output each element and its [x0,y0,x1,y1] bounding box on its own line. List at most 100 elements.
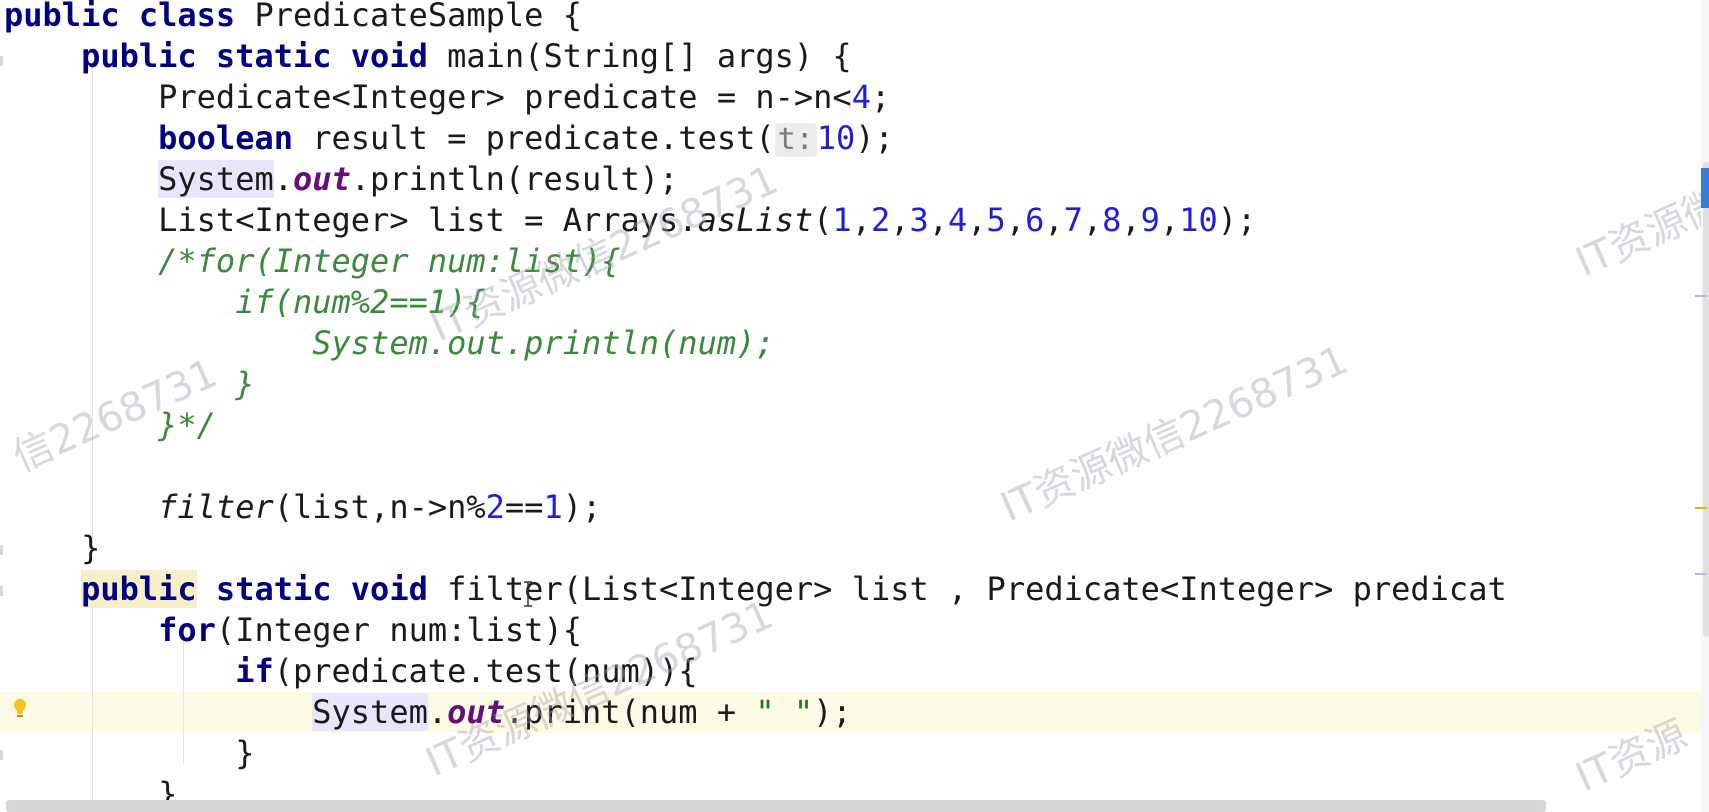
code-text: (list,n->n% [273,488,486,526]
number-literal: 8 [1102,201,1122,239]
method-signature: filter(List<Integer> list , Predicate<In… [447,570,1507,608]
code-text: , [928,201,949,239]
code-line-11[interactable]: }*/ [4,405,216,446]
comment-text: System.out.println(num); [312,324,775,362]
static-field: out [292,160,351,198]
comment-text: if(num%2==1){ [235,283,486,321]
code-text: result = predicate.test( [292,119,775,157]
code-line-9[interactable]: System.out.println(num); [4,323,775,364]
number-literal: 3 [909,201,929,239]
code-line-3[interactable]: Predicate<Integer> predicate = n->n<4; [4,77,890,118]
keyword: static [215,570,332,608]
code-text: ); [562,488,602,526]
scrollbar-position-marker [1701,168,1709,208]
code-text: , [851,201,871,239]
keyword: static [215,37,332,75]
code-text: ( [813,201,833,239]
error-stripe-mark[interactable] [1695,573,1707,575]
code-text: List<Integer> list = Arrays. [158,201,698,239]
code-line-6[interactable]: List<Integer> list = Arrays.asList(1,2,3… [4,200,1256,241]
number-literal: 6 [1025,201,1045,239]
code-text: ); [813,693,852,731]
keyword: if [235,652,274,690]
code-text: . [427,693,448,731]
usage-highlight: System [158,160,274,198]
method-signature: main(String[] args) { [447,37,852,75]
code-line-13[interactable]: } [4,528,100,569]
code-text: , [1044,201,1064,239]
code-line-4[interactable]: boolean result = predicate.test(t:10); [4,118,894,159]
comment-text: } [235,365,255,403]
closing-brace: } [235,734,255,772]
code-text: , [1159,201,1180,239]
code-text: , [1005,201,1026,239]
code-line-17[interactable]: System.out.print(num + " "); [4,692,852,733]
number-literal: 2 [870,201,891,239]
code-text: . [273,160,293,198]
number-literal: 7 [1063,201,1083,239]
fold-marker[interactable] [0,545,3,555]
code-text: == [504,488,544,526]
closing-brace: } [81,529,101,567]
number-literal: 5 [986,201,1006,239]
code-text: .print(num + [504,693,756,731]
horizontal-scrollbar[interactable] [6,800,1546,812]
scrollbar-thumb[interactable] [1703,162,1709,637]
keyword: public [4,0,120,34]
code-line-1[interactable]: public class PredicateSample { [4,0,582,36]
code-text: , [967,201,987,239]
code-line-12[interactable]: filter(list,n->n%2==1); [4,487,601,528]
error-stripe-mark[interactable] [1695,295,1707,297]
fold-marker[interactable] [0,586,3,596]
watermark-text: IT资源微 [1569,180,1709,287]
class-declaration: PredicateSample { [254,0,582,34]
code-text: , [1082,201,1103,239]
number-literal: 4 [851,78,871,116]
number-literal: 4 [948,201,968,239]
code-line-2[interactable]: public static void main(String[] args) { [4,36,852,77]
keyword: class [138,0,236,34]
warning-stripe-mark[interactable] [1695,507,1707,509]
number-literal: 10 [1179,201,1218,239]
code-line-5[interactable]: System.out.println(result); [4,159,678,200]
parameter-hint: t: [774,123,817,157]
usage-highlight: System [312,693,428,731]
fold-marker[interactable] [0,56,3,66]
code-line-10[interactable]: } [4,364,254,405]
code-line-18[interactable]: } [4,733,254,774]
code-text: (predicate.test(num)){ [273,652,698,690]
code-text: (Integer num:list){ [215,611,582,649]
code-line-15[interactable]: for(Integer num:list){ [4,610,582,651]
code-text: , [890,201,910,239]
code-line-7[interactable]: /*for(Integer num:list){ [4,241,621,282]
static-method-call: filter [158,488,274,526]
vertical-scrollbar[interactable] [1701,0,1709,812]
code-editor[interactable]: public class PredicateSample { public st… [0,0,1709,812]
number-literal: 9 [1140,201,1160,239]
string-literal: " " [755,693,814,731]
keyword: public [81,37,197,75]
watermark-text: IT资源微信2268731 [994,336,1355,532]
code-line-14[interactable]: public static void filter(List<Integer> … [4,569,1507,610]
code-text: ); [855,119,894,157]
keyword: public [81,570,197,608]
code-line-16[interactable]: if(predicate.test(num)){ [4,651,698,692]
static-field: out [447,693,505,731]
number-literal: 1 [543,488,563,526]
text-cursor-icon [523,580,533,608]
code-text: ); [1217,201,1257,239]
code-text: Predicate<Integer> predicate = n->n< [158,78,852,116]
comment-text: }*/ [158,406,216,444]
code-text: ; [870,78,891,116]
code-line-8[interactable]: if(num%2==1){ [4,282,486,323]
comment-text: /*for(Integer num:list){ [158,242,621,280]
keyword: void [350,37,428,75]
number-literal: 1 [832,201,852,239]
code-text: .println(result); [350,160,679,198]
fold-marker[interactable] [0,750,3,760]
keyword: void [350,570,428,608]
number-literal: 2 [485,488,505,526]
static-method: asList [697,201,814,239]
keyword: boolean [158,119,293,157]
lightbulb-icon[interactable] [12,698,28,720]
